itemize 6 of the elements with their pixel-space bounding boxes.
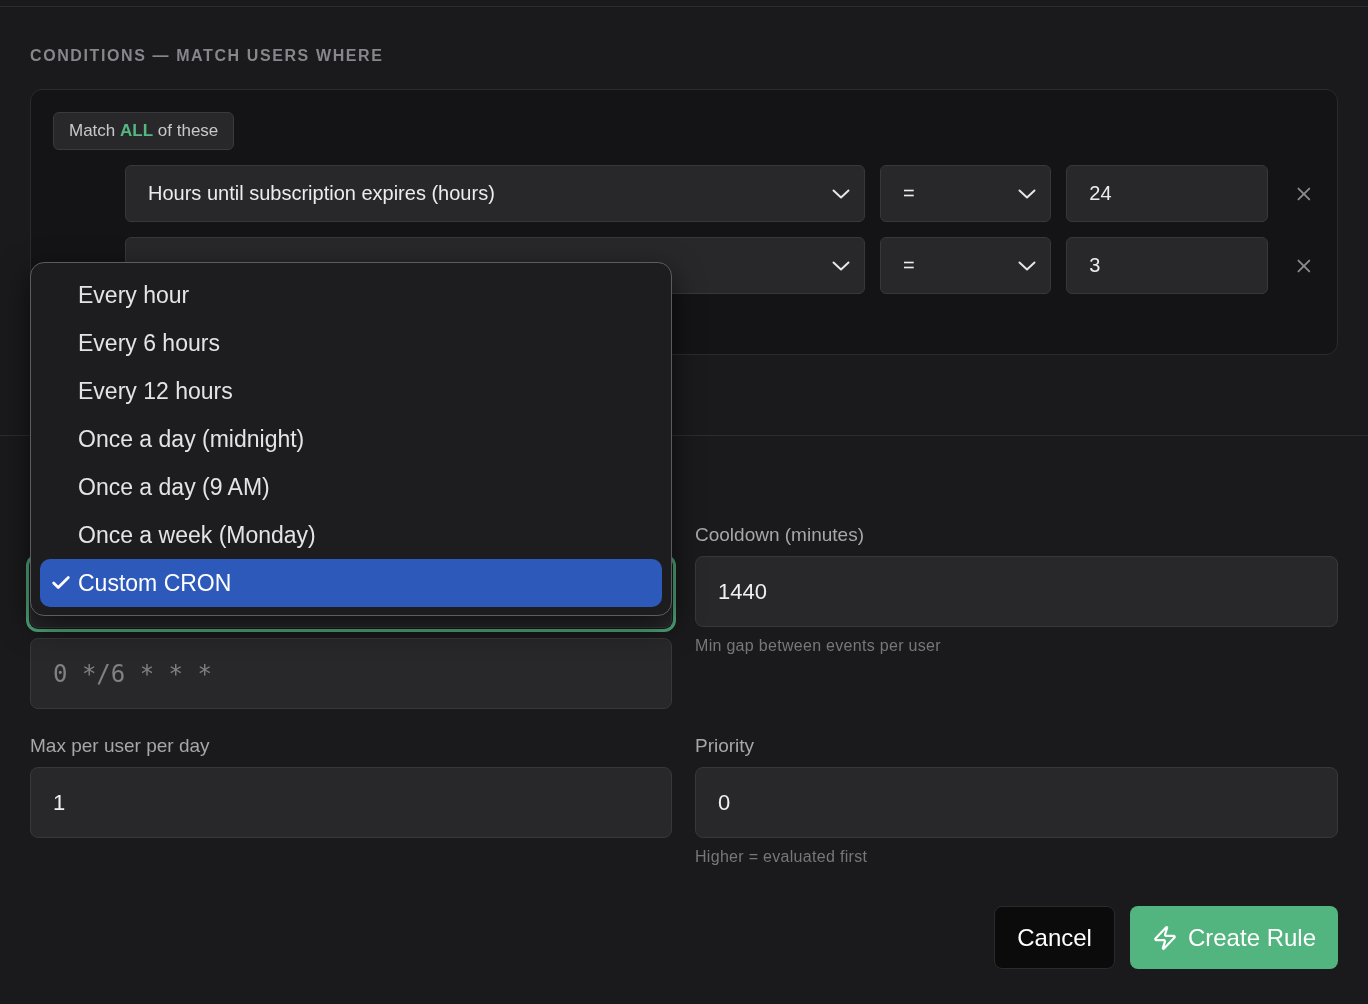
field-hint: Min gap between events per user — [695, 637, 942, 655]
field-hint: Higher = evaluated first — [695, 848, 869, 866]
field-label: Cooldown (minutes) — [695, 524, 865, 546]
section-title: CONDITIONS — MATCH USERS WHERE — [30, 47, 384, 65]
field-label: Max per user per day — [30, 735, 211, 757]
field-label: Priority — [695, 735, 756, 757]
